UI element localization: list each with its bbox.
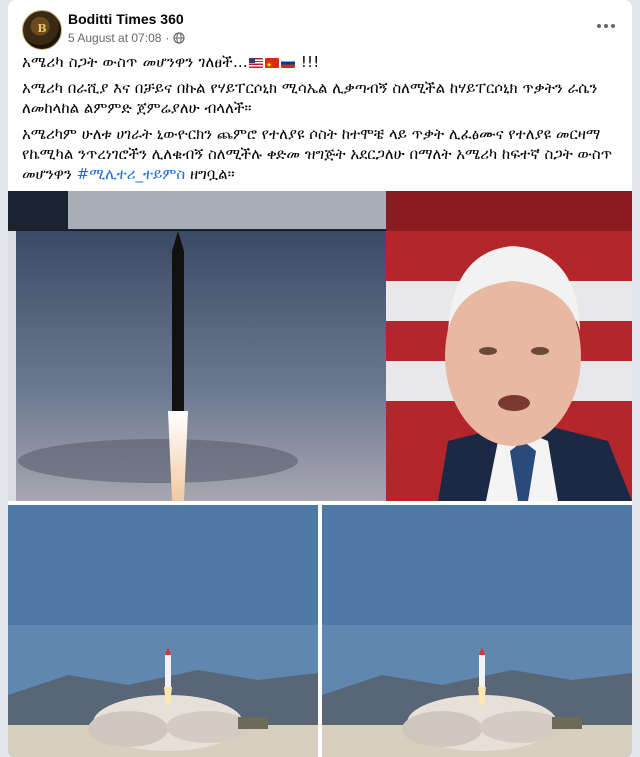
post-headline: አሜሪካ ስጋት ውስጥ መሆንዋን ገለፀች... !!! (22, 52, 622, 75)
post-meta: 5 August at 07:08 · (68, 31, 186, 45)
post-paragraph-3: አሜሪካም ሁለቱ ሀገራት ኒውዮርክን ጨምሮ የተለያዩ ሶስት ከተሞቼ… (22, 124, 622, 184)
post-text: አሜሪካ ስጋት ውስጥ መሆንዋን ገለፀች... !!! አሜሪካ በራሺያ… (22, 52, 622, 190)
missile-launch-photo-right[interactable] (322, 505, 632, 757)
photo-grid (8, 191, 632, 757)
post-timestamp[interactable]: 5 August at 07:08 (68, 31, 161, 45)
headline-text: አሜሪካ ስጋት ውስጥ መሆንዋን ገለፀች... (22, 53, 248, 71)
more-options-button[interactable] (594, 16, 618, 36)
us-flag-icon (248, 57, 263, 68)
paragraph-3-tail: ዘግቧል። (189, 165, 235, 183)
avatar-letter: B (37, 22, 47, 35)
globe-icon (173, 32, 186, 44)
meta-separator: · (165, 31, 170, 45)
russia-flag-icon (280, 57, 295, 68)
page-name-link[interactable]: Boditti Times 360 (68, 11, 184, 27)
hypersonic-missile-and-biden-photo[interactable] (8, 191, 632, 501)
missile-launch-photo-left[interactable] (8, 505, 318, 757)
hashtag-link[interactable]: #ሚሊተሪ_ተይምስ (77, 165, 186, 183)
post-card: B Boditti Times 360 5 August at 07:08 · … (8, 0, 632, 757)
post-header: B Boditti Times 360 5 August at 07:08 · (8, 0, 632, 52)
china-flag-icon (264, 55, 279, 75)
post-paragraph-2: አሜሪካ በራሺያ እና በቻይና በኩል የሃይፐርሶኒክ ሚሳኤል ሊቃጣብ… (22, 79, 598, 117)
page-avatar[interactable]: B (22, 10, 62, 50)
headline-tail: !!! (300, 53, 320, 71)
